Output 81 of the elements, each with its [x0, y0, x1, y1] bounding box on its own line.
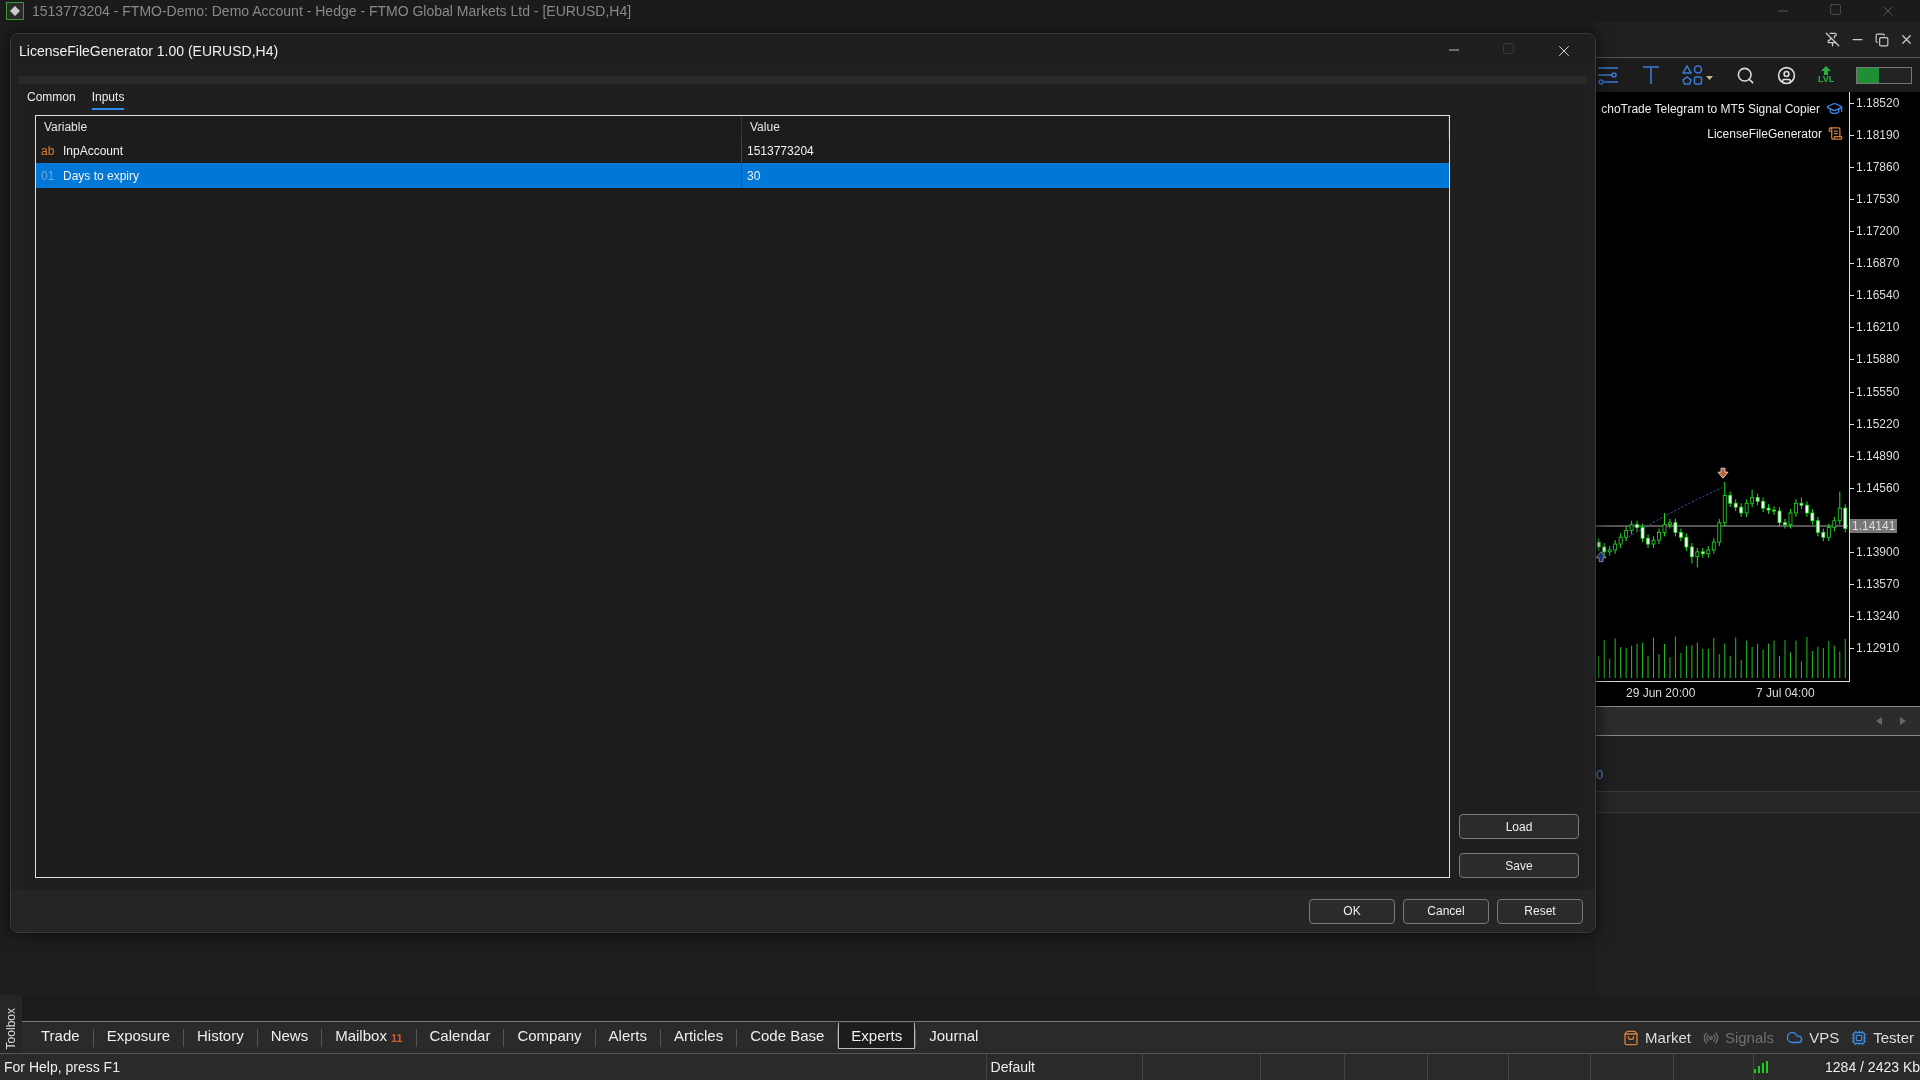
dialog-title: LicenseFileGenerator 1.00 (EURUSD,H4) [19, 43, 280, 59]
toolbox-tab[interactable]: Mailbox 11 [322, 1022, 416, 1049]
sell-arrow-icon [1717, 467, 1729, 479]
toolbox-tab[interactable]: News [257, 1022, 322, 1049]
toolbox-tab[interactable]: Calendar [416, 1022, 504, 1049]
price-label: 1.15220 [1855, 416, 1901, 431]
current-price-label: 1.14141 [1850, 519, 1898, 533]
service-button[interactable]: VPS [1786, 1029, 1840, 1046]
toolbox-tab[interactable]: Articles [660, 1022, 737, 1049]
price-label: 1.16870 [1855, 256, 1901, 271]
price-label: 1.13240 [1855, 608, 1901, 623]
time-label: 29 Jun 20:00 [1626, 686, 1696, 700]
side-button[interactable]: Load [1459, 814, 1579, 839]
toolbox-tab[interactable]: Experts [838, 1022, 916, 1049]
side-button[interactable]: Save [1459, 853, 1579, 878]
variable-name: Days to expiry [63, 168, 140, 183]
user-icon[interactable] [1777, 65, 1796, 85]
type-label: 01 [41, 168, 55, 183]
scroll-left-icon[interactable] [1876, 717, 1882, 725]
price-label: 1.15880 [1855, 352, 1901, 367]
value-text: 1513773204 [747, 143, 814, 158]
price-label: 1.18520 [1855, 95, 1901, 110]
price-label: 1.17200 [1855, 224, 1901, 239]
value-text: 30 [747, 168, 761, 183]
close-icon[interactable] [1899, 32, 1914, 47]
table-row[interactable]: 01 Days to expiry 30 [36, 163, 1449, 188]
value-text: 0 [1596, 767, 1604, 782]
indicator-label: choTrade Telegram to MT5 Signal Copier [1601, 101, 1820, 116]
search-icon[interactable] [1736, 65, 1755, 85]
arrow-up-icon [1821, 66, 1832, 75]
toolbox-tab[interactable]: Exposure [93, 1022, 183, 1049]
app-icon [6, 2, 24, 20]
dialog-button[interactable]: OK [1309, 898, 1395, 924]
toolbox-label: Toolbox [4, 1007, 18, 1049]
price-label: 1.16210 [1855, 320, 1901, 335]
column-header: Value [742, 116, 1449, 138]
column-header: Variable [36, 116, 742, 138]
indicator-label: LicenseFileGenerator [1707, 126, 1822, 141]
buy-arrow-icon [1596, 551, 1607, 563]
price-label: 1.13900 [1855, 544, 1901, 559]
shapes-icon[interactable] [1682, 65, 1714, 85]
toolbox-tab[interactable]: History [184, 1022, 257, 1049]
time-label: 7 Jul 04:00 [1756, 686, 1815, 700]
text-tool-icon[interactable] [1642, 65, 1660, 85]
toolbox-tab[interactable]: Journal [916, 1022, 992, 1049]
service-button[interactable]: Tester [1851, 1029, 1914, 1046]
sliders-icon[interactable] [1596, 65, 1620, 85]
price-label: 1.13570 [1855, 576, 1901, 591]
chip-icon [1851, 1029, 1868, 1046]
profile-text: Default [990, 1059, 1035, 1075]
variable-name: InpAccount [63, 143, 124, 158]
restore-icon[interactable] [1875, 32, 1889, 47]
price-label: 1.14560 [1855, 480, 1901, 495]
tab[interactable]: Inputs [91, 89, 125, 110]
type-label: ab [41, 143, 55, 158]
signal-bars-icon [1753, 1061, 1768, 1073]
price-label: 1.17860 [1855, 160, 1901, 175]
price-label: 1.15550 [1855, 384, 1901, 399]
window-title: 1513773204 - FTMO-Demo: Demo Account - Hedge - FTMO Global Markets Ltd - [EURUSD,H4] [32, 3, 633, 19]
status-text: For Help, press F1 [4, 1059, 120, 1075]
price-label: 1.12910 [1855, 641, 1901, 656]
toolbox-tab[interactable]: Alerts [595, 1022, 660, 1049]
scroll-icon [1828, 126, 1843, 141]
tab[interactable]: Common [27, 89, 76, 110]
dialog-button[interactable]: Cancel [1403, 898, 1489, 924]
toolbox-tab[interactable]: Company [504, 1022, 595, 1049]
toolbox-tab[interactable]: Code Base [737, 1022, 838, 1049]
dialog-button[interactable]: Reset [1497, 898, 1583, 924]
graduation-cap-icon [1826, 100, 1843, 117]
price-label: 1.16540 [1855, 288, 1901, 303]
price-label: 1.14890 [1855, 448, 1901, 463]
toolbox-tab[interactable]: Trade [28, 1022, 93, 1049]
level-button[interactable]: LVL [1818, 66, 1835, 84]
traffic-text: 1284 / 2423 Kb [1825, 1059, 1920, 1075]
shopping-bag-icon [1623, 1029, 1640, 1046]
price-label: 1.17530 [1855, 192, 1901, 207]
scroll-right-icon[interactable] [1900, 717, 1906, 725]
service-button[interactable]: Market [1623, 1029, 1691, 1046]
cloud-icon [1786, 1029, 1804, 1046]
price-label: 1.18190 [1855, 128, 1901, 143]
unpin-icon[interactable] [1825, 32, 1840, 47]
